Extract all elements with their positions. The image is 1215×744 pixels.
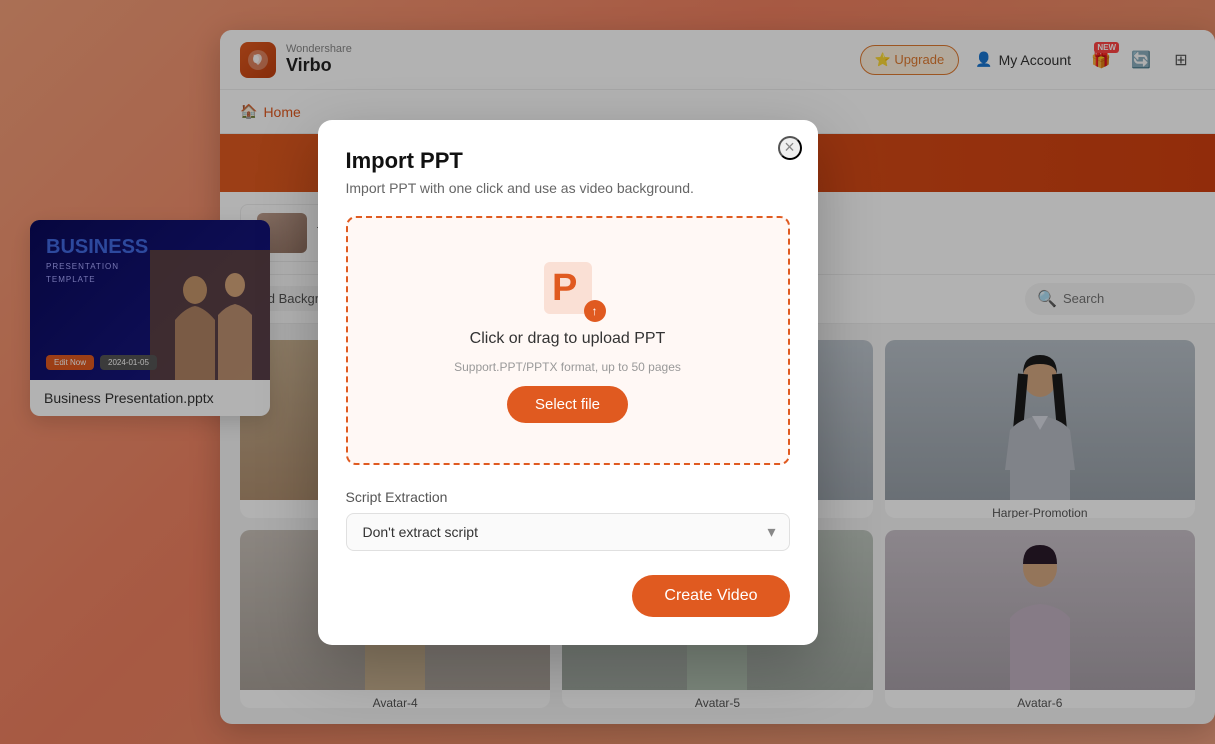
- modal-overlay: × Import PPT Import PPT with one click a…: [0, 0, 1215, 744]
- import-ppt-modal: × Import PPT Import PPT with one click a…: [318, 120, 818, 645]
- svg-text:P: P: [552, 267, 577, 309]
- modal-footer: Create Video: [346, 575, 790, 617]
- modal-title: Import PPT: [346, 148, 790, 174]
- create-video-button[interactable]: Create Video: [632, 575, 789, 617]
- upload-main-text: Click or drag to upload PPT: [470, 330, 666, 348]
- script-select[interactable]: Don't extract script Extract script from…: [346, 513, 790, 551]
- script-label: Script Extraction: [346, 489, 790, 505]
- modal-close-button[interactable]: ×: [778, 136, 802, 160]
- select-file-button[interactable]: Select file: [507, 386, 628, 423]
- script-extraction-section: Script Extraction Don't extract script E…: [346, 489, 790, 551]
- upload-sub-text: Support.PPT/PPTX format, up to 50 pages: [454, 360, 681, 374]
- upload-area[interactable]: P ↑ Click or drag to upload PPT Support.…: [346, 216, 790, 465]
- ppt-icon-container: P ↑: [538, 258, 598, 318]
- script-select-wrapper[interactable]: Don't extract script Extract script from…: [346, 513, 790, 551]
- modal-subtitle: Import PPT with one click and use as vid…: [346, 180, 790, 196]
- upload-arrow-icon: ↑: [584, 300, 606, 322]
